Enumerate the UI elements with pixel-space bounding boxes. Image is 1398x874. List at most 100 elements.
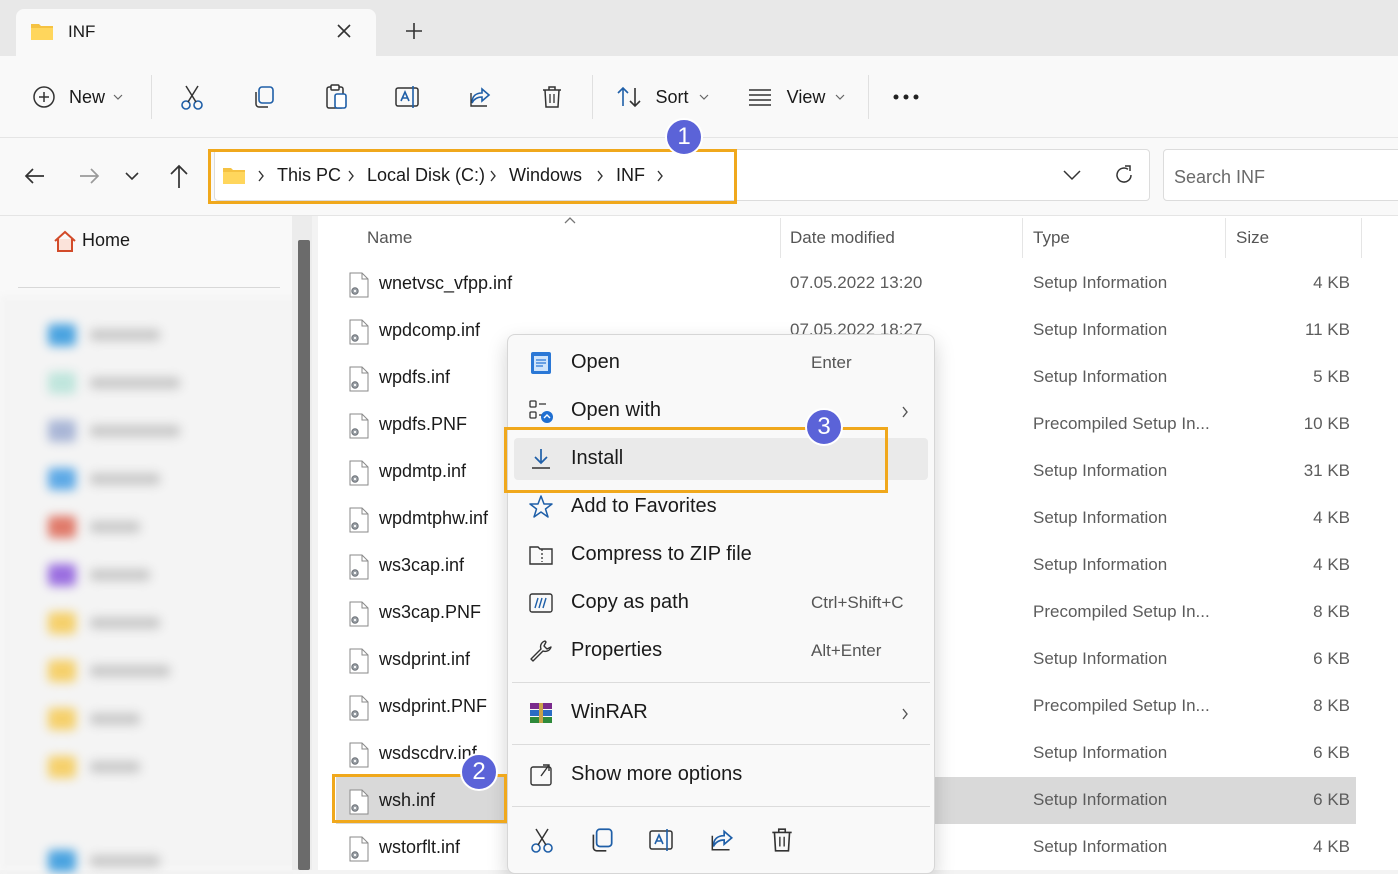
menu-item-open[interactable]: Open Enter: [514, 342, 928, 384]
menu-item-properties[interactable]: Properties Alt+Enter: [514, 630, 928, 672]
divider: [151, 75, 152, 119]
column-header-name[interactable]: Name: [367, 228, 412, 248]
recent-locations-icon[interactable]: [124, 170, 140, 182]
divider: [592, 75, 593, 119]
file-size: 4 KB: [1313, 508, 1350, 527]
menu-label: Properties: [571, 639, 663, 661]
chevron-right-icon: [902, 708, 908, 720]
column-divider[interactable]: [1022, 218, 1023, 258]
more-button[interactable]: [884, 75, 928, 119]
file-type: Setup Information: [1033, 273, 1168, 292]
chevron-down-icon: [699, 94, 708, 100]
menu-shortcut: Alt+Enter: [811, 641, 882, 660]
menu-shortcut: Ctrl+Shift+C: [811, 593, 904, 612]
copy-button[interactable]: [242, 75, 286, 119]
file-date: 07.05.2022 13:20: [790, 273, 923, 292]
inf-file-icon: [349, 648, 369, 674]
address-history-icon[interactable]: [1062, 168, 1082, 182]
winrar-icon: [530, 703, 552, 723]
menu-item-winrar[interactable]: WinRAR: [514, 692, 928, 734]
up-arrow-icon[interactable]: [166, 162, 192, 190]
sidebar-scrollbar-thumb[interactable]: [298, 240, 310, 870]
file-name: wstorflt.inf: [379, 837, 461, 857]
refresh-icon[interactable]: [1112, 163, 1136, 187]
file-type: Setup Information: [1033, 367, 1168, 386]
delete-button[interactable]: [530, 75, 574, 119]
plus-icon[interactable]: [403, 20, 425, 42]
inf-file-icon: [349, 836, 369, 862]
inf-file-icon: [349, 319, 369, 345]
chevron-right-icon: [902, 406, 908, 418]
menu-item-show-more-options[interactable]: Show more options: [514, 754, 928, 796]
menu-label: Add to Favorites: [571, 495, 717, 517]
tab-title: INF: [68, 22, 96, 41]
menu-item-compress-zip[interactable]: Compress to ZIP file: [514, 534, 928, 576]
file-size: 8 KB: [1313, 696, 1350, 715]
column-divider[interactable]: [1225, 218, 1226, 258]
file-row[interactable]: wnetvsc_vfpp.inf 07.05.2022 13:20 Setup In…: [336, 260, 1356, 307]
file-type: Setup Information: [1033, 555, 1168, 574]
file-size: 4 KB: [1313, 273, 1350, 292]
blurred-item: [48, 372, 180, 394]
column-header-type[interactable]: Type: [1033, 228, 1070, 248]
column-header-date[interactable]: Date modified: [790, 228, 895, 248]
rename-button[interactable]: [386, 75, 430, 119]
menu-item-copy-as-path[interactable]: Copy as path Ctrl+Shift+C: [514, 582, 928, 624]
step-badge-1: 1: [665, 118, 703, 156]
show-more-icon: [530, 764, 552, 786]
share-icon[interactable]: [708, 826, 736, 854]
blurred-item: [48, 850, 160, 872]
rename-icon[interactable]: [648, 826, 676, 854]
inf-file-icon: [349, 460, 369, 486]
column-divider[interactable]: [1361, 218, 1362, 258]
sort-ascending-icon: [564, 217, 576, 224]
sidebar-item-home[interactable]: Home: [82, 230, 130, 251]
file-type: Setup Information: [1033, 461, 1168, 480]
sort-button[interactable]: Sort: [612, 75, 712, 119]
share-button[interactable]: [458, 75, 502, 119]
inf-file-icon: [349, 272, 369, 298]
file-name: wnetvsc_vfpp.inf: [379, 273, 513, 293]
file-type: Precompiled Setup In...: [1033, 602, 1210, 621]
zip-folder-icon: [529, 546, 553, 565]
file-size: 5 KB: [1313, 367, 1350, 386]
menu-separator: [512, 682, 930, 683]
divider: [18, 287, 280, 288]
folder-icon: [31, 24, 53, 40]
inf-file-icon: [349, 554, 369, 580]
file-size: 8 KB: [1313, 602, 1350, 621]
chevron-down-icon: [835, 94, 845, 100]
cut-icon[interactable]: [528, 826, 556, 854]
step-badge-2: 2: [460, 753, 498, 791]
new-button[interactable]: New: [22, 75, 132, 119]
file-size: 6 KB: [1313, 649, 1350, 668]
open-with-icon: [529, 400, 553, 423]
blurred-item: [48, 660, 170, 682]
file-name: ws3cap.PNF: [379, 602, 482, 622]
view-button[interactable]: View: [744, 75, 848, 119]
copy-icon[interactable]: [588, 826, 616, 854]
delete-icon[interactable]: [768, 826, 796, 854]
close-icon[interactable]: [333, 20, 355, 42]
cut-button[interactable]: [170, 75, 214, 119]
paste-icon: [326, 84, 347, 109]
forward-arrow-icon[interactable]: [76, 164, 102, 188]
file-type: Precompiled Setup In...: [1033, 696, 1210, 715]
inf-file-icon: [349, 742, 369, 768]
file-name: wsdprint.inf: [379, 649, 471, 669]
file-type: Setup Information: [1033, 649, 1168, 668]
more-icon: [893, 94, 919, 100]
menu-separator: [512, 744, 930, 745]
back-arrow-icon[interactable]: [22, 164, 48, 188]
cut-icon: [181, 85, 203, 110]
menu-label: Open with: [571, 399, 662, 421]
file-name: wpdfs.inf: [379, 367, 451, 387]
file-name: wpdfs.PNF: [379, 414, 468, 434]
wrench-icon: [530, 640, 552, 662]
blurred-item: [48, 324, 160, 346]
column-header-size[interactable]: Size: [1236, 228, 1269, 248]
menu-item-open-with[interactable]: Open with: [514, 390, 928, 432]
column-divider[interactable]: [780, 218, 781, 258]
paste-button[interactable]: [314, 75, 358, 119]
file-type: Setup Information: [1033, 743, 1168, 762]
